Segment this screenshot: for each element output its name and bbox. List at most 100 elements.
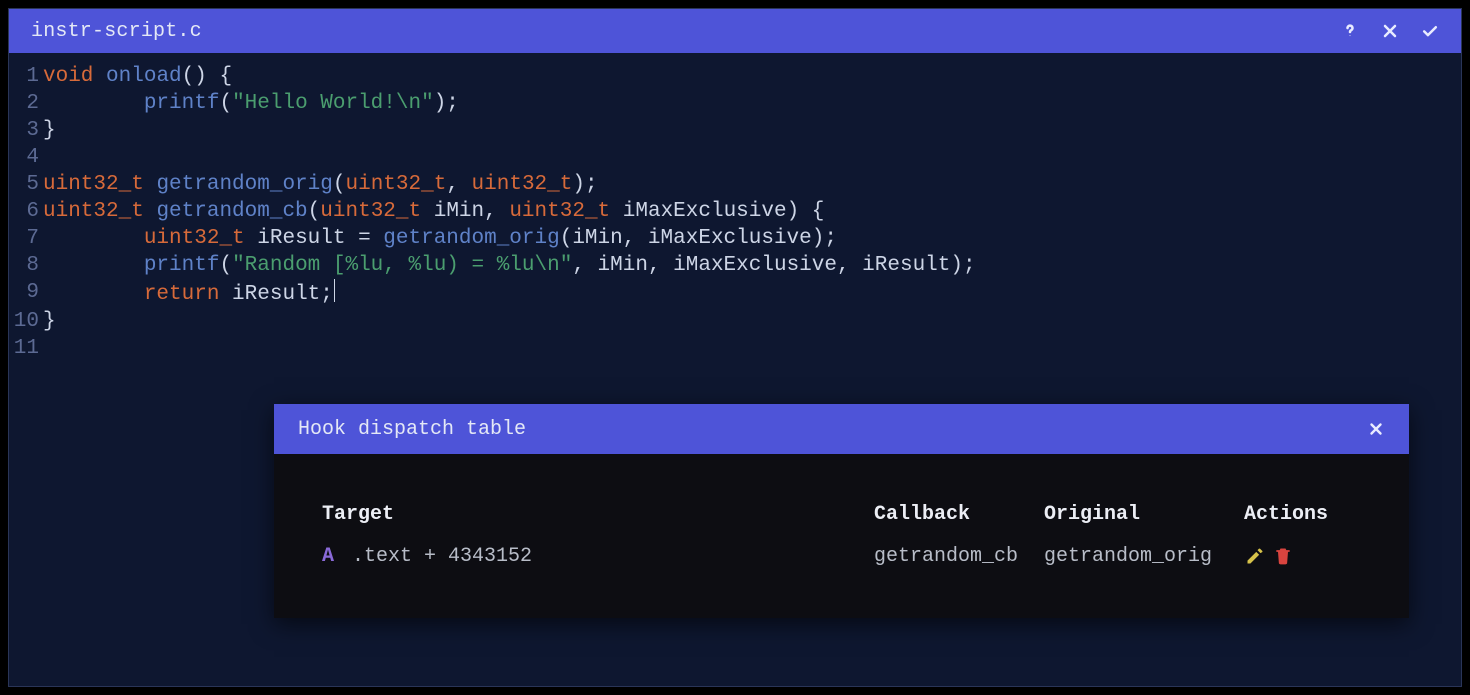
token-kw: uint32_t [43,200,144,223]
token-kw: return [144,283,220,306]
help-button[interactable] [1333,14,1367,48]
token-fn: getrandom_cb [156,200,307,223]
hook-dispatch-panel: Hook dispatch table Target Callback Orig… [274,404,1409,618]
code-content[interactable]: } [43,308,1461,335]
token-pun: iResult = [245,227,384,250]
help-icon [1340,21,1360,41]
edit-button[interactable] [1244,545,1266,567]
token-pun [144,173,157,196]
token-pun: iMin, [421,200,509,223]
code-content[interactable] [43,144,1461,171]
code-line[interactable]: 2 printf("Hello World!\n"); [9,90,1461,117]
token-pun [43,283,144,306]
token-str: "Hello World!\n" [232,92,434,115]
token-kw: uint32_t [472,173,573,196]
code-line[interactable]: 7 uint32_t iResult = getrandom_orig(iMin… [9,225,1461,252]
panel-body: Target Callback Original Actions A .text… [274,454,1409,576]
code-content[interactable]: printf("Hello World!\n"); [43,90,1461,117]
code-line[interactable]: 3} [9,117,1461,144]
token-pun [144,200,157,223]
cell-target: A .text + 4343152 [322,545,874,568]
panel-titlebar: Hook dispatch table [274,404,1409,454]
line-number: 7 [9,225,43,252]
line-number: 1 [9,63,43,90]
code-line[interactable]: 4 [9,144,1461,171]
token-pun: ( [333,173,346,196]
delete-button[interactable] [1272,545,1294,567]
token-fn: onload [106,65,182,88]
token-str: "Random [%lu, %lu) = %lu\n" [232,254,572,277]
token-pun: } [43,310,56,333]
code-editor[interactable]: 1void onload() {2 printf("Hello World!\n… [9,53,1461,362]
code-line[interactable]: 9 return iResult; [9,279,1461,308]
token-pun: (iMin, iMaxExclusive); [560,227,837,250]
panel-title: Hook dispatch table [298,418,1361,441]
token-pun: () { [182,65,232,88]
token-pun: ); [572,173,597,196]
token-kw: uint32_t [345,173,446,196]
token-kw: uint32_t [144,227,245,250]
col-original: Original [1044,503,1244,526]
token-pun: , iMin, iMaxExclusive, iResult); [572,254,975,277]
line-number: 10 [9,308,43,335]
code-content[interactable]: return iResult; [43,279,1461,308]
close-icon [1380,21,1400,41]
check-icon [1420,21,1440,41]
token-pun: ( [219,254,232,277]
token-pun: ( [308,200,321,223]
token-pun [43,92,144,115]
code-content[interactable]: uint32_t getrandom_orig(uint32_t, uint32… [43,171,1461,198]
token-kw: uint32_t [43,173,144,196]
close-button[interactable] [1373,14,1407,48]
token-fn: printf [144,92,220,115]
code-line[interactable]: 8 printf("Random [%lu, %lu) = %lu\n", iM… [9,252,1461,279]
code-line[interactable]: 1void onload() { [9,63,1461,90]
code-line[interactable]: 6uint32_t getrandom_cb(uint32_t iMin, ui… [9,198,1461,225]
token-pun: ( [219,92,232,115]
cell-original: getrandom_orig [1044,545,1244,568]
code-content[interactable]: printf("Random [%lu, %lu) = %lu\n", iMin… [43,252,1461,279]
line-number: 11 [9,335,43,362]
code-content[interactable]: uint32_t getrandom_cb(uint32_t iMin, uin… [43,198,1461,225]
hook-mode: A [322,545,340,568]
token-pun [43,254,144,277]
token-kw: uint32_t [509,200,610,223]
line-number: 4 [9,144,43,171]
code-line[interactable]: 11 [9,335,1461,362]
token-pun: ); [434,92,459,115]
table-row: A .text + 4343152getrandom_cbgetrandom_o… [322,536,1361,576]
trash-icon [1273,546,1293,566]
code-line[interactable]: 5uint32_t getrandom_orig(uint32_t, uint3… [9,171,1461,198]
code-content[interactable]: } [43,117,1461,144]
token-pun: iMaxExclusive) { [610,200,824,223]
text-cursor [334,279,335,302]
code-content[interactable] [43,335,1461,362]
table-header-row: Target Callback Original Actions [322,494,1361,534]
cell-actions [1244,545,1361,567]
line-number: 8 [9,252,43,279]
token-kw: void [43,65,93,88]
line-number: 9 [9,279,43,308]
token-kw: uint32_t [320,200,421,223]
code-content[interactable]: void onload() { [43,63,1461,90]
code-content[interactable]: uint32_t iResult = getrandom_orig(iMin, … [43,225,1461,252]
window-title: instr-script.c [31,20,1327,43]
token-pun: iResult; [219,283,332,306]
accept-button[interactable] [1413,14,1447,48]
line-number: 2 [9,90,43,117]
token-pun [43,227,144,250]
token-pun: , [446,173,471,196]
editor-window: instr-script.c 1void onload() {2 printf(… [8,8,1462,687]
token-fn: getrandom_orig [383,227,559,250]
col-target: Target [322,503,874,526]
token-fn: getrandom_orig [156,173,332,196]
col-actions: Actions [1244,503,1361,526]
token-pun: } [43,119,56,142]
token-fn: printf [144,254,220,277]
line-number: 5 [9,171,43,198]
token-pun [93,65,106,88]
col-callback: Callback [874,503,1044,526]
panel-close-button[interactable] [1361,414,1391,444]
line-number: 6 [9,198,43,225]
code-line[interactable]: 10} [9,308,1461,335]
